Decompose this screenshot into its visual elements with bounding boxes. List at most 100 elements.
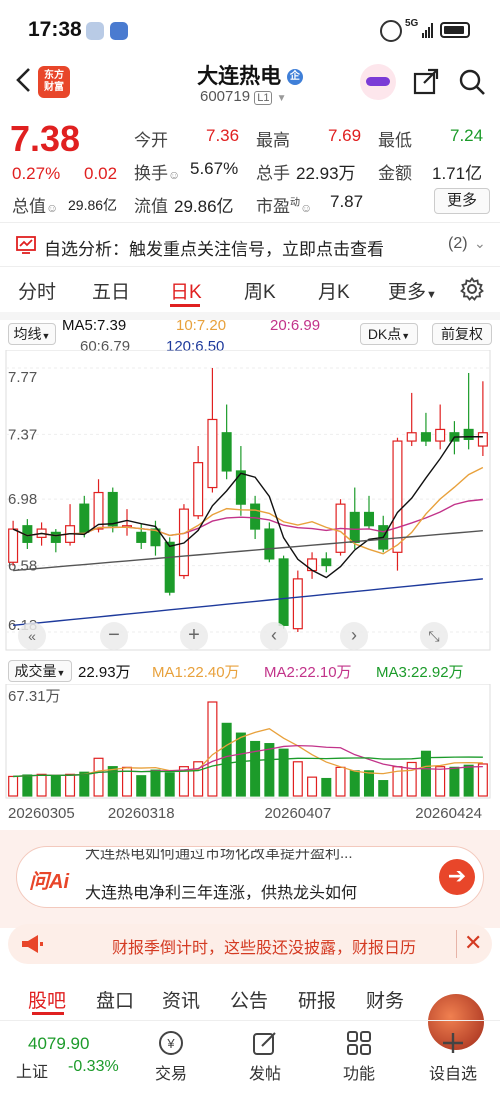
pe-label: 市盈动☺ (256, 192, 312, 217)
open-value: 7.36 (206, 126, 240, 145)
tab-five-day[interactable]: 五日 (92, 277, 130, 304)
vol-ma3-value: MA3:22.92万 (376, 664, 464, 681)
caret-down-icon: ▼ (401, 331, 411, 341)
adjust-button[interactable]: 前复权 (432, 323, 492, 345)
zoom-in-icon[interactable]: + (180, 622, 208, 650)
volume-bar (449, 766, 460, 797)
y-tick-label: 7.77 (8, 369, 37, 386)
candle-body (363, 511, 375, 527)
zoom-out-icon[interactable]: − (100, 622, 128, 650)
candle-body (250, 503, 261, 530)
index-value[interactable]: 4079.90 (28, 1034, 89, 1054)
volume-value: 22.93万 (296, 164, 356, 183)
volume-chart[interactable]: 67.31万 20260305 20260318 20260407 20260424 (0, 684, 500, 824)
turnover-value: 5.67% (190, 159, 239, 178)
tab-news[interactable]: 资讯 (162, 986, 200, 1013)
stock-code-row: 600719 L1 ▼ (200, 88, 287, 105)
market-level-badge: L1 (254, 91, 273, 105)
candle-body (235, 470, 246, 505)
candle-body (292, 578, 303, 630)
app-notification-icon (110, 22, 128, 40)
info-icon[interactable]: ☺ (46, 201, 58, 215)
nav-add-watchlist-label: 设自选 (428, 1066, 477, 1083)
tab-weekly-k[interactable]: 周K (244, 277, 276, 304)
more-button[interactable]: 更多 (434, 188, 490, 214)
assistant-avatar[interactable] (360, 64, 396, 100)
volume-bar (307, 776, 318, 797)
scroll-left-icon[interactable]: ‹ (260, 622, 288, 650)
index-name[interactable]: 上证 (16, 1058, 48, 1082)
network-type: 5G (405, 18, 419, 29)
scroll-left-far-icon[interactable]: « (18, 622, 46, 650)
pe-dynamic-mark: 动 (290, 197, 300, 209)
amount-label: 金额 (378, 164, 412, 183)
tab-more-label: 更多 (388, 282, 427, 303)
nav-post[interactable]: 发帖 (230, 1030, 300, 1084)
tab-monthly-k[interactable]: 月K (318, 277, 350, 304)
candlestick-chart[interactable]: 7.777.376.986.586.18 (0, 350, 500, 655)
nav-functions[interactable]: 功能 (324, 1030, 394, 1084)
analysis-text: 自选分析：触发重点关注信号，立即点击查看 (44, 240, 384, 259)
status-bar: 17:38 5G (0, 0, 500, 58)
ma20-value: 20:6.99 (270, 317, 321, 334)
nav-post-label: 发帖 (248, 1066, 281, 1083)
volume-value-label: 22.93万 (78, 664, 131, 681)
tab-more[interactable]: 更多▼ (388, 277, 437, 304)
scroll-right-icon[interactable]: › (340, 622, 368, 650)
arrow-right-icon[interactable]: ➔ (439, 859, 475, 895)
index-change: -0.33% (68, 1058, 119, 1075)
candle-body (164, 541, 175, 593)
volume-bar (79, 771, 90, 797)
fullscreen-icon[interactable]: ⤡ (420, 622, 448, 650)
volume-bar (50, 775, 61, 797)
high-label: 最高 (256, 131, 290, 150)
turnover-label: 换手☺ (134, 159, 180, 184)
ma-toggle-label: 均线 (13, 326, 42, 342)
volume-bar (477, 763, 488, 797)
candle-body (107, 491, 118, 527)
dk-point-button[interactable]: DK点▼ (360, 323, 418, 345)
nav-add-watchlist[interactable]: 设自选 (418, 1030, 488, 1084)
analysis-bar[interactable]: 自选分析：触发重点关注信号，立即点击查看 (2) ⌄ (0, 226, 500, 264)
share-icon[interactable] (412, 68, 440, 96)
notice-bar[interactable]: 财报季倒计时，这些股还没披露，财报日历 ✕ (8, 924, 492, 964)
volume-bar (349, 770, 360, 797)
ai-card[interactable]: 问Ai 大连热电如何通过市场化改革提升盈利... 大连热电净利三年连涨，供热龙头… (16, 846, 484, 908)
tab-order-book[interactable]: 盘口 (96, 986, 134, 1013)
info-icon[interactable]: ☺ (300, 201, 312, 215)
tab-daily-k[interactable]: 日K (170, 277, 202, 304)
x-tick-label: 20260424 (415, 805, 482, 822)
close-icon[interactable]: ✕ (464, 930, 482, 956)
chart-frame (5, 350, 491, 651)
tab-announcements[interactable]: 公告 (230, 986, 268, 1013)
nav-trade-label: 交易 (154, 1066, 187, 1083)
nav-trade[interactable]: ¥ 交易 (136, 1030, 206, 1084)
ma-toggle-button[interactable]: 均线▼ (8, 323, 56, 345)
tab-forum[interactable]: 股吧 (28, 986, 66, 1013)
volume-bar (136, 775, 147, 797)
volume-bar (36, 773, 47, 797)
info-icon[interactable]: ☺ (168, 168, 180, 182)
settings-gear-icon[interactable] (460, 276, 484, 301)
chevron-down-icon[interactable]: ▼ (277, 93, 287, 104)
tab-intraday[interactable]: 分时 (18, 277, 56, 304)
chevron-down-icon[interactable]: ⌄ (474, 235, 486, 252)
candle-body (463, 428, 474, 440)
tab-research[interactable]: 研报 (298, 986, 336, 1013)
divider (0, 222, 500, 223)
notice-text: 财报季倒计时，这些股还没披露，财报日历 (112, 940, 417, 956)
stock-header: 东方 财富 大连热电 企 600719 L1 ▼ (0, 58, 500, 110)
candle-body (264, 528, 275, 560)
total-cap-value: 29.86亿 (68, 197, 118, 213)
change-amount: 0.02 (84, 164, 118, 183)
volume-bar (463, 764, 474, 797)
candle-body (278, 558, 289, 626)
candle-body (477, 432, 488, 447)
search-icon[interactable] (458, 68, 486, 96)
indicator-toggle-button[interactable]: 成交量▼ (8, 660, 72, 682)
tab-finance[interactable]: 财务 (366, 986, 404, 1013)
caret-down-icon: ▼ (41, 331, 51, 341)
candle-body (79, 503, 90, 533)
low-value: 7.24 (450, 126, 484, 145)
divider (0, 266, 500, 267)
